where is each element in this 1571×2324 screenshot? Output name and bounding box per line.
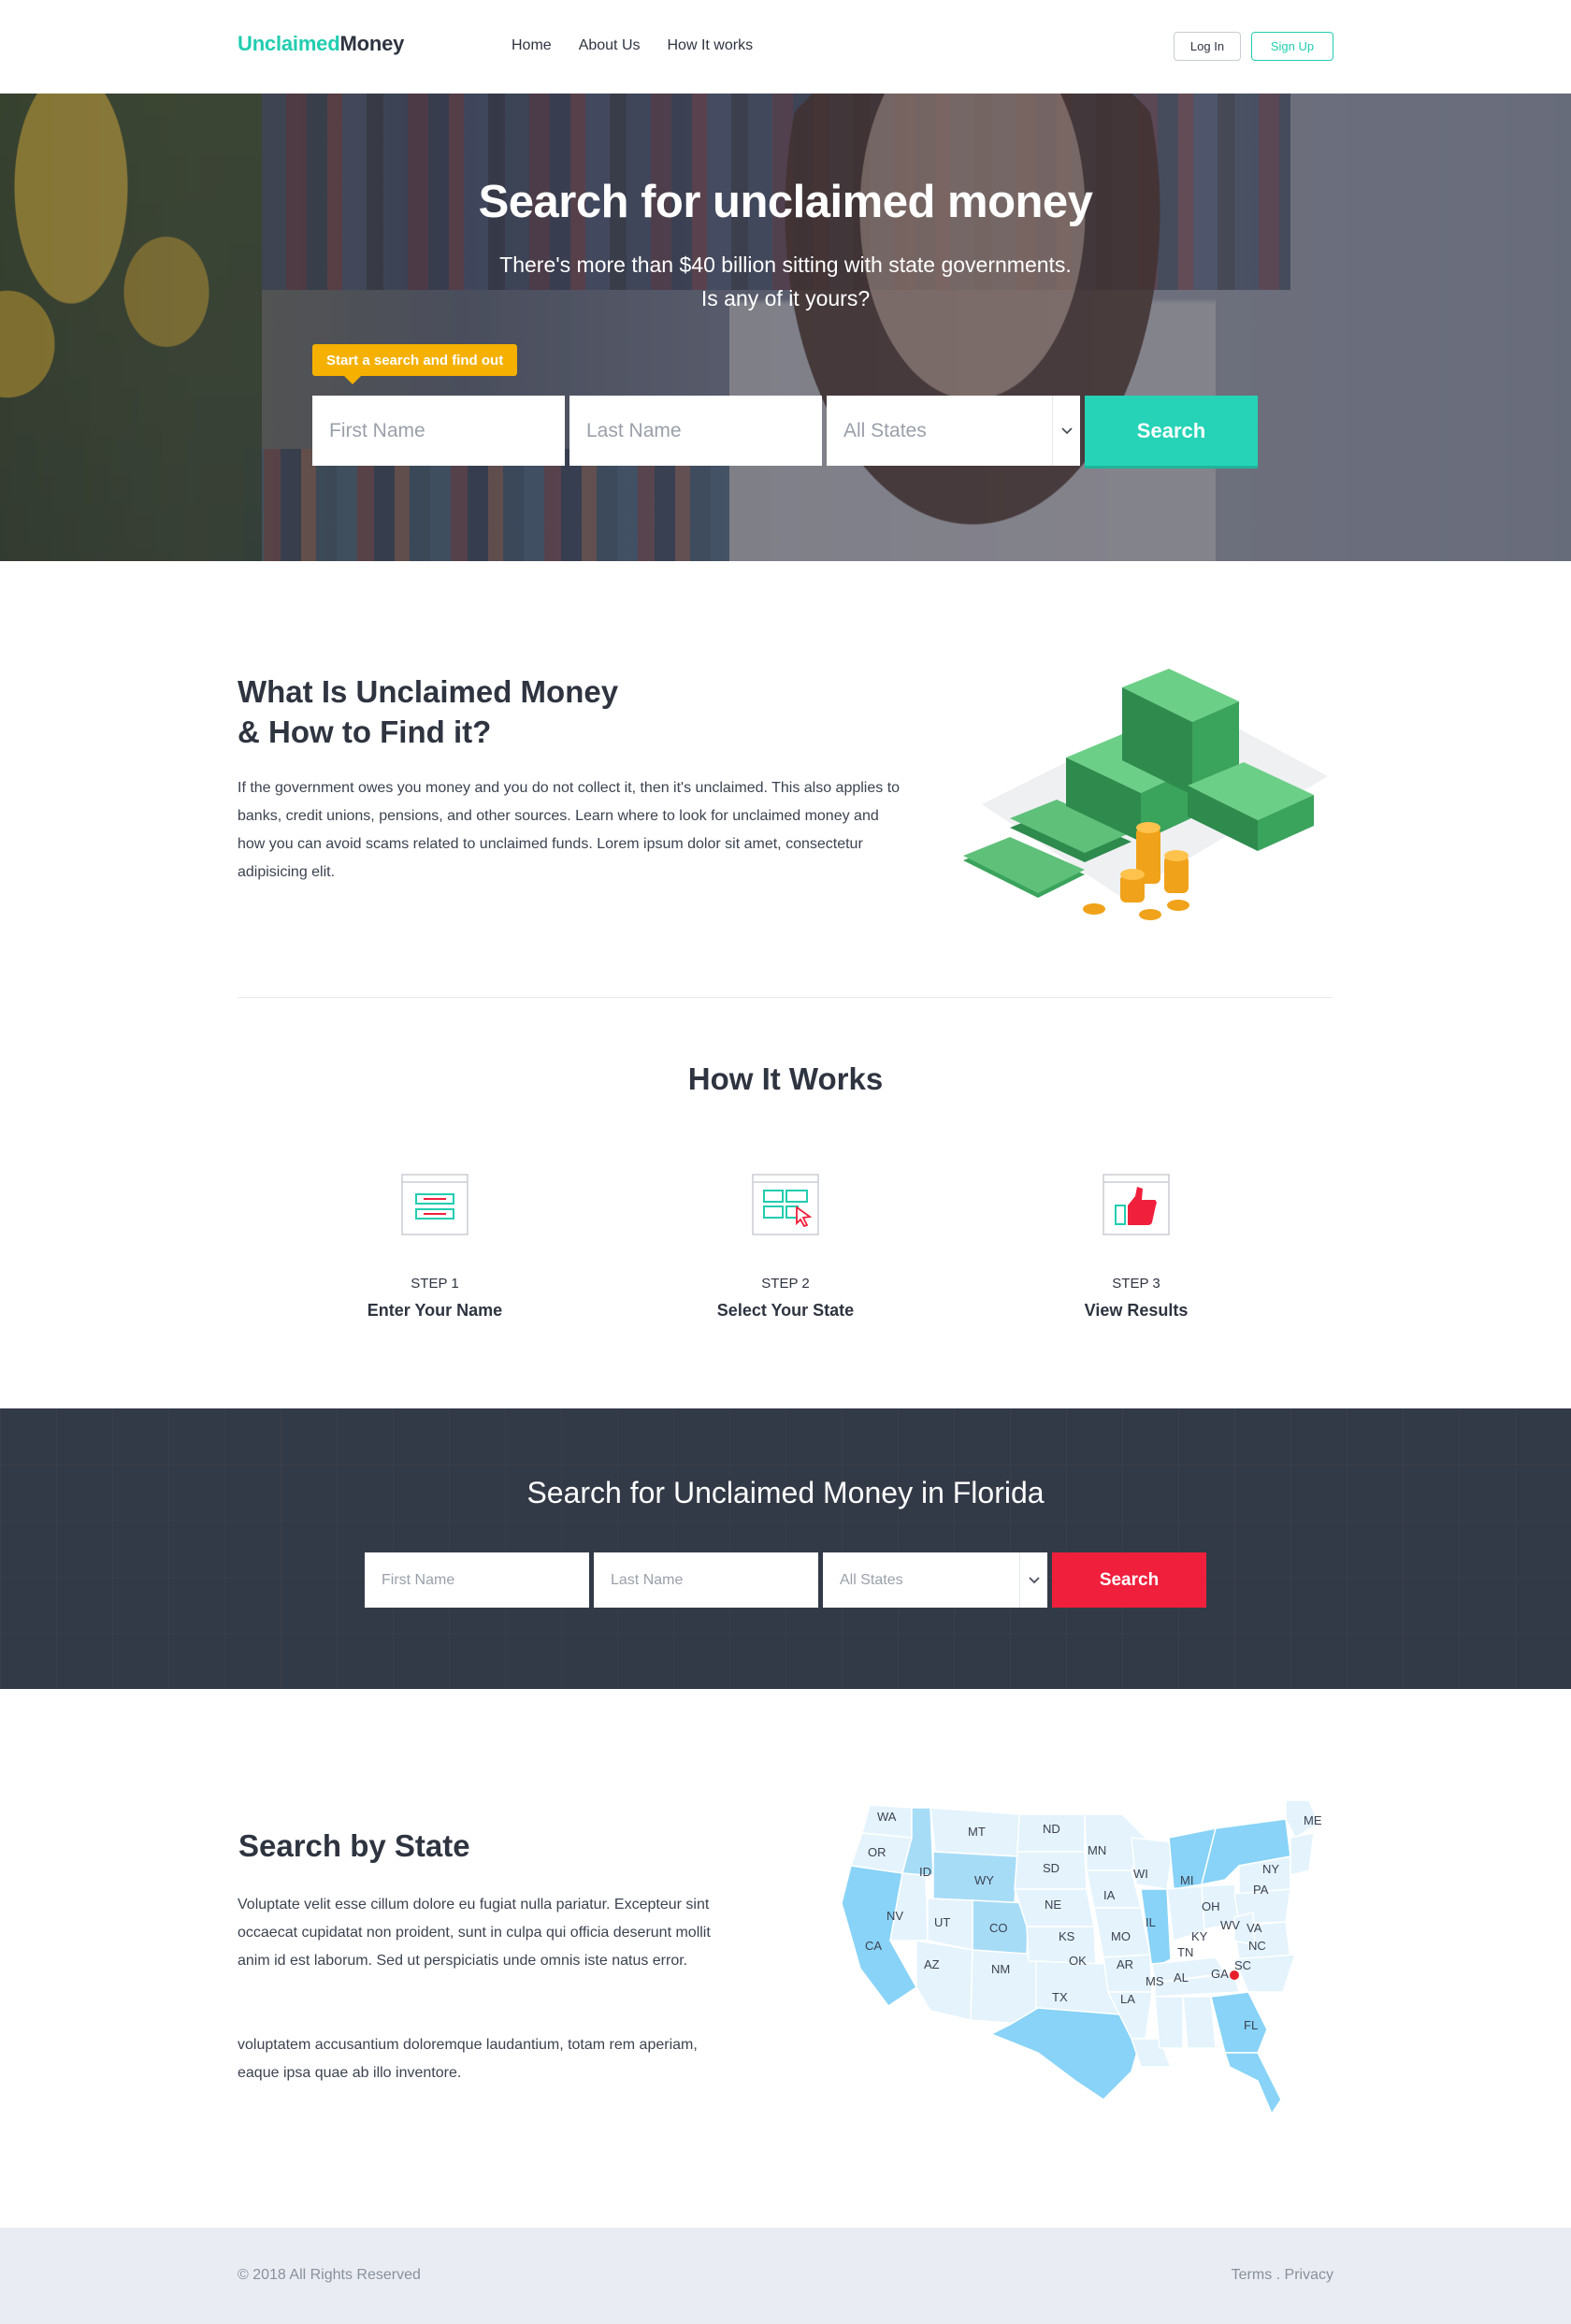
site-footer: © 2018 All Rights Reserved Terms . Priva…: [0, 2228, 1571, 2324]
florida-search-section: Search for Unclaimed Money in Florida Fi…: [0, 1408, 1571, 1689]
map-label-NY: NY: [1262, 1862, 1279, 1876]
map-label-MT: MT: [968, 1825, 986, 1839]
step-1: STEP 1 Enter Your Name: [295, 1174, 575, 1321]
map-label-TX: TX: [1052, 1990, 1068, 2004]
map-label-KS: KS: [1059, 1929, 1075, 1943]
map-label-WA: WA: [877, 1810, 897, 1824]
about-title-line2: & How to Find it?: [238, 715, 492, 749]
main-nav: Home About Us How It works: [512, 37, 753, 54]
step-2-name: Select Your State: [716, 1301, 855, 1320]
us-state-map[interactable]: WA OR MT ND MN ID SD WI MI NY ME WY NE I…: [823, 1800, 1337, 2118]
step-3: STEP 3 View Results: [996, 1174, 1276, 1321]
map-label-NM: NM: [991, 1962, 1010, 1976]
hero-overlay: [0, 94, 1571, 561]
map-label-PA: PA: [1253, 1883, 1269, 1897]
step-1-label: STEP 1: [411, 1276, 459, 1292]
map-label-ID: ID: [919, 1865, 931, 1879]
map-label-OK: OK: [1069, 1954, 1087, 1968]
search-tip-badge: Start a search and find out: [312, 344, 518, 384]
signup-button[interactable]: Sign Up: [1251, 32, 1333, 61]
select-grid-icon: [752, 1174, 819, 1235]
map-label-MS: MS: [1146, 1974, 1164, 1988]
footer-links[interactable]: Terms . Privacy: [1232, 2267, 1333, 2284]
map-label-OH: OH: [1202, 1899, 1220, 1913]
map-label-IL: IL: [1146, 1915, 1156, 1929]
logo[interactable]: UnclaimedMoney: [238, 32, 404, 56]
map-label-FL: FL: [1244, 2018, 1258, 2032]
map-label-ND: ND: [1043, 1822, 1060, 1836]
map-label-AZ: AZ: [924, 1957, 940, 1971]
map-label-WY: WY: [974, 1873, 994, 1887]
map-label-MO: MO: [1111, 1929, 1131, 1943]
map-label-TN: TN: [1177, 1945, 1193, 1959]
map-label-WI: WI: [1133, 1867, 1148, 1881]
map-label-ME: ME: [1304, 1813, 1322, 1827]
florida-last-name-input[interactable]: Last Name: [594, 1552, 818, 1608]
about-paragraph: If the government owes you money and you…: [238, 780, 901, 880]
hero-last-name-input[interactable]: Last Name: [569, 396, 822, 466]
chevron-down-icon: [1052, 396, 1080, 466]
map-label-AR: AR: [1117, 1957, 1133, 1971]
florida-state-select[interactable]: All States: [823, 1552, 1047, 1608]
florida-state-value: All States: [840, 1571, 903, 1588]
nav-how-it-works[interactable]: How It works: [668, 37, 754, 54]
about-title: What Is Unclaimed Money & How to Find it…: [238, 671, 618, 752]
map-label-CO: CO: [989, 1921, 1008, 1935]
hero-subtitle-line2: Is any of it yours?: [700, 286, 871, 310]
map-label-NV: NV: [886, 1909, 903, 1923]
map-label-LA: LA: [1120, 1992, 1135, 2006]
logo-part2: Money: [339, 32, 405, 55]
chevron-down-icon: [1019, 1552, 1047, 1608]
map-label-SC: SC: [1234, 1958, 1251, 1972]
form-icon: [401, 1174, 468, 1235]
logo-part1: Unclaimed: [238, 32, 340, 55]
about-title-line1: What Is Unclaimed Money: [238, 674, 619, 709]
map-label-WV: WV: [1220, 1918, 1240, 1932]
step-3-label: STEP 3: [1112, 1276, 1160, 1292]
thumbs-up-icon: [1103, 1174, 1170, 1235]
map-label-KY: KY: [1191, 1929, 1208, 1943]
map-label-AL: AL: [1174, 1970, 1189, 1985]
map-label-VA: VA: [1247, 1921, 1262, 1935]
step-2-label: STEP 2: [761, 1276, 810, 1292]
map-label-OR: OR: [868, 1845, 886, 1859]
florida-search-button[interactable]: Search: [1052, 1552, 1206, 1608]
step-3-name: View Results: [1084, 1301, 1189, 1320]
hero-section: Search for unclaimed money There's more …: [0, 94, 1571, 561]
map-label-SD: SD: [1043, 1861, 1059, 1875]
hero-subtitle-line1: There's more than $40 billion sitting wi…: [499, 253, 1072, 277]
florida-first-name-input[interactable]: First Name: [365, 1552, 589, 1608]
money-stack-illustration: [963, 669, 1328, 920]
map-label-MI: MI: [1180, 1873, 1193, 1887]
hero-state-select[interactable]: All States: [827, 396, 1080, 466]
florida-search-title: Search for Unclaimed Money in Florida: [526, 1476, 1045, 1509]
hero-first-name-input[interactable]: First Name: [312, 396, 565, 466]
map-label-NE: NE: [1045, 1898, 1061, 1912]
copyright-text: © 2018 All Rights Reserved: [238, 2267, 421, 2283]
map-label-CA: CA: [865, 1939, 882, 1953]
step-1-name: Enter Your Name: [367, 1301, 503, 1320]
hero-search-button[interactable]: Search: [1085, 396, 1258, 466]
state-paragraph-2: voluptatem accusantium doloremque laudan…: [238, 2037, 698, 2081]
how-it-works-title: How It Works: [687, 1061, 884, 1096]
map-label-GA: GA: [1211, 1967, 1229, 1981]
map-label-MN: MN: [1088, 1843, 1106, 1857]
site-header: UnclaimedMoney Home About Us How It work…: [0, 0, 1571, 94]
section-divider: [238, 997, 1333, 998]
nav-about-us[interactable]: About Us: [579, 37, 641, 54]
hero-title: Search for unclaimed money: [478, 177, 1093, 227]
hero-state-value: All States: [843, 419, 927, 441]
map-label-IA: IA: [1103, 1888, 1116, 1902]
map-label-NC: NC: [1248, 1939, 1266, 1953]
map-label-UT: UT: [934, 1915, 950, 1929]
search-by-state-title: Search by State: [238, 1828, 470, 1863]
nav-home[interactable]: Home: [512, 37, 552, 54]
login-button[interactable]: Log In: [1174, 32, 1241, 61]
step-2: STEP 2 Select Your State: [645, 1174, 926, 1321]
state-paragraph-1: Voluptate velit esse cillum dolore eu fu…: [238, 1897, 711, 1969]
